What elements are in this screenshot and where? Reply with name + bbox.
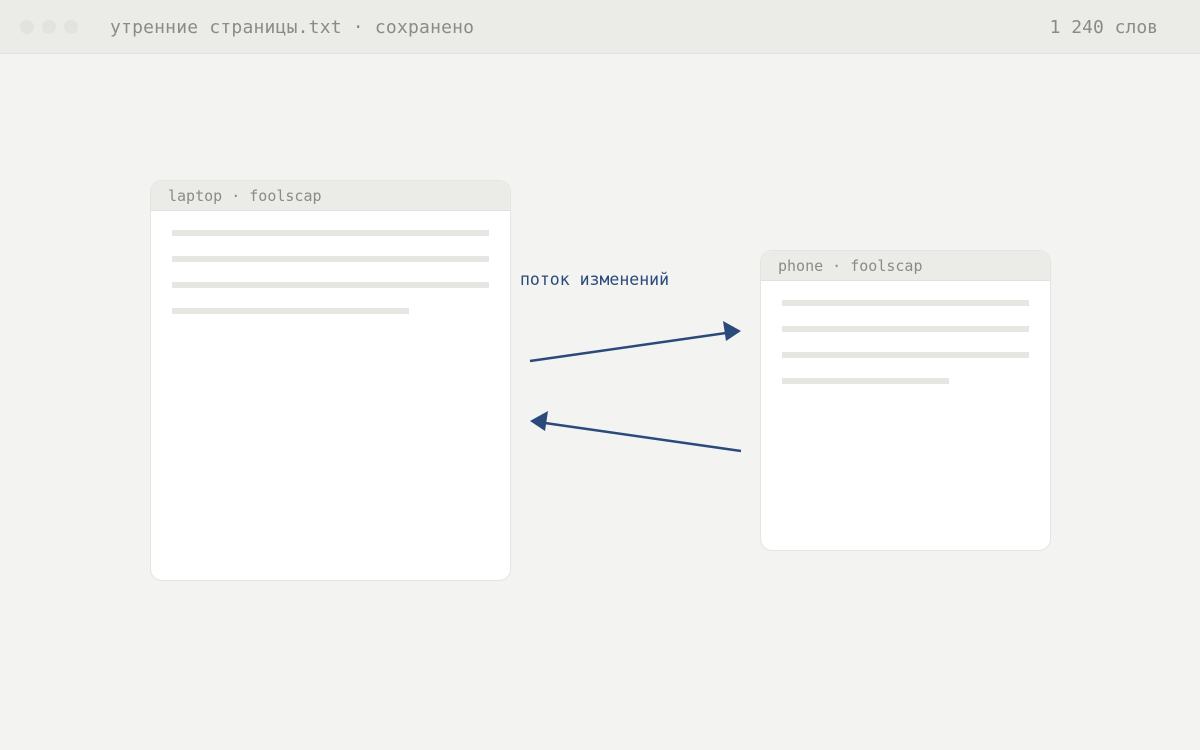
sync-arrows [529,321,742,453]
arrow-laptop-to-phone [529,321,741,363]
arrow-phone-to-laptop [530,411,742,453]
